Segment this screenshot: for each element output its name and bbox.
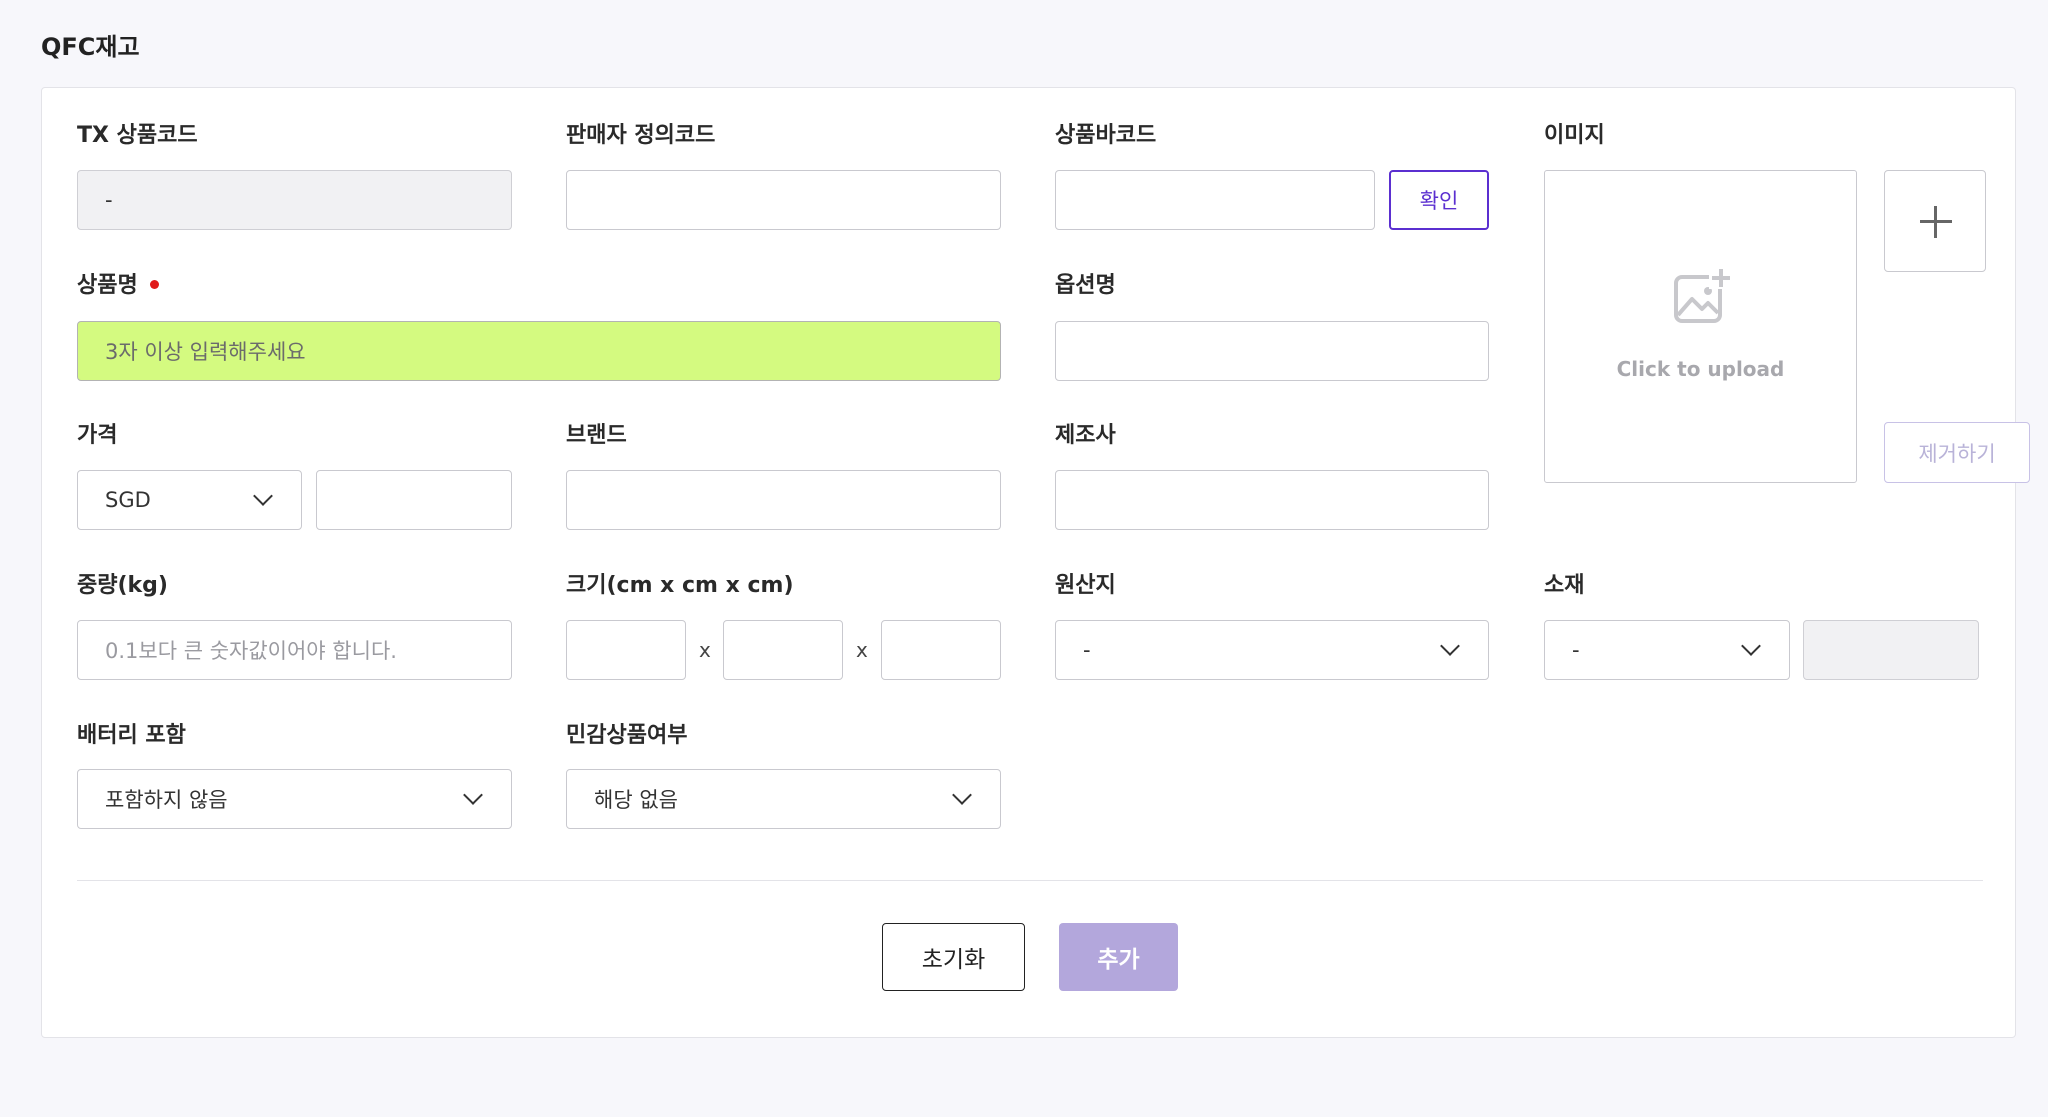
required-indicator [149,279,159,289]
material-value: - [1572,638,1580,662]
material-label: 소재 [1544,573,1585,598]
size-separator: x [699,638,711,662]
chevron-down-icon [463,785,483,805]
weight-placeholder: 0.1보다 큰 숫자값이어야 합니다. [105,639,397,663]
page-title: QFC재고 [41,33,140,61]
form-divider [77,880,1983,881]
plus-icon [1885,171,1985,271]
barcode-label: 상품바코드 [1055,123,1157,148]
image-upload-area[interactable]: Click to upload [1544,170,1857,483]
brand-label: 브랜드 [566,423,627,448]
upload-text: Click to upload [1616,357,1785,381]
reset-button[interactable]: 초기화 [882,923,1025,991]
battery-value: 포함하지 않음 [105,788,228,812]
material-select[interactable]: - [1544,620,1790,680]
origin-select[interactable]: - [1055,620,1489,680]
tx-code-field: - [77,170,512,230]
chevron-down-icon [1440,636,1460,656]
battery-select[interactable]: 포함하지 않음 [77,769,512,829]
image-plus-icon [1674,267,1733,323]
seller-code-label: 판매자 정의코드 [566,123,716,148]
currency-select[interactable]: SGD [77,470,302,530]
size-length-input[interactable] [566,620,686,680]
option-name-label: 옵션명 [1055,273,1116,298]
size-separator: x [856,638,868,662]
size-width-input[interactable] [723,620,843,680]
battery-label: 배터리 포함 [77,723,186,748]
chevron-down-icon [1741,636,1761,656]
manufacturer-label: 제조사 [1055,423,1116,448]
image-label: 이미지 [1544,123,1605,148]
seller-code-input[interactable] [566,170,1001,230]
size-height-input[interactable] [881,620,1001,680]
currency-value: SGD [105,488,151,512]
barcode-confirm-button[interactable]: 확인 [1389,170,1489,230]
option-name-input[interactable] [1055,321,1489,381]
product-name-placeholder: 3자 이상 입력해주세요 [105,340,306,364]
tx-code-value: - [105,188,113,212]
brand-input[interactable] [566,470,1001,530]
chevron-down-icon [253,486,273,506]
sensitive-value: 해당 없음 [594,788,678,812]
product-form-card: TX 상품코드 - 판매자 정의코드 상품바코드 확인 이미지 Click to… [41,87,2030,1038]
size-label: 크기(cm x cm x cm) [566,573,794,598]
origin-value: - [1083,638,1091,662]
barcode-input[interactable] [1055,170,1375,230]
weight-input[interactable]: 0.1보다 큰 숫자값이어야 합니다. [77,620,512,680]
price-input[interactable] [316,470,512,530]
origin-label: 원산지 [1055,573,1116,598]
chevron-down-icon [952,785,972,805]
material-extra-field [1803,620,1979,680]
remove-image-button[interactable]: 제거하기 [1884,422,2030,483]
sensitive-label: 민감상품여부 [566,723,688,748]
product-name-input[interactable]: 3자 이상 입력해주세요 [77,321,1001,381]
add-image-button[interactable] [1884,170,1986,272]
add-button[interactable]: 추가 [1059,923,1178,991]
weight-label: 중량(kg) [77,573,168,598]
sensitive-select[interactable]: 해당 없음 [566,769,1001,829]
price-label: 가격 [77,423,118,448]
product-name-label: 상품명 [77,275,159,297]
tx-code-label: TX 상품코드 [77,123,198,148]
manufacturer-input[interactable] [1055,470,1489,530]
